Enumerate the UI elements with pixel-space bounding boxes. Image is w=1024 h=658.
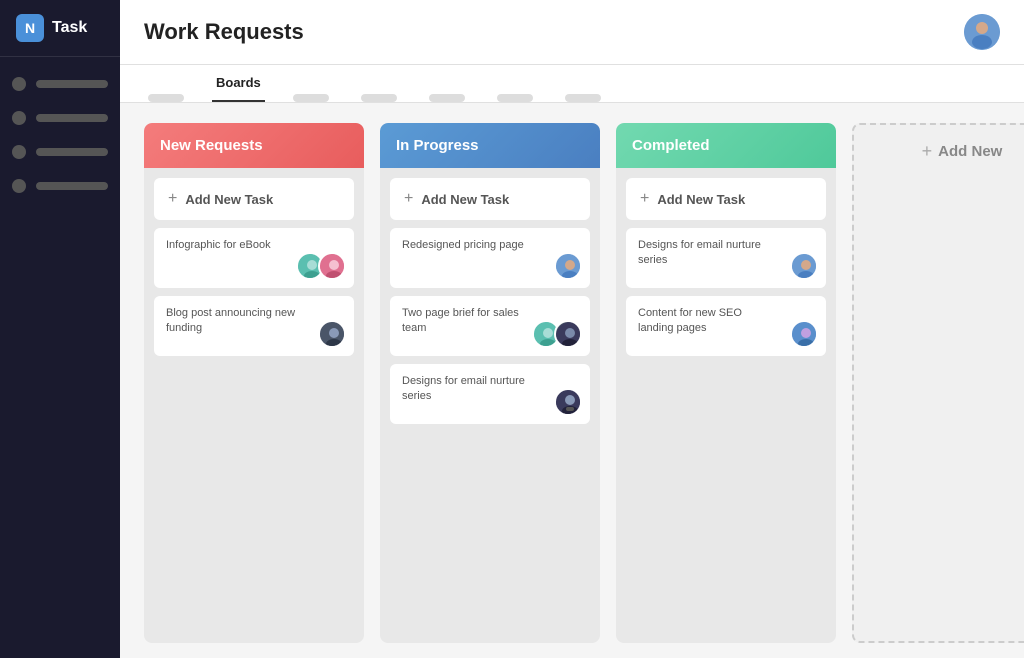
column-header-new-requests: New Requests <box>144 123 364 168</box>
tab-pill-1 <box>148 94 184 102</box>
task-avatars-nr-2 <box>318 320 346 348</box>
add-new-label: + Add New <box>922 141 1003 162</box>
task-text-nr-2: Blog post announcing new funding <box>166 306 306 337</box>
task-text-c-1: Designs for email nurture series <box>638 238 778 269</box>
logo-name: Task <box>52 19 87 37</box>
avatar-dark-1 <box>318 320 346 348</box>
task-card-ip-1[interactable]: Redesigned pricing page <box>390 228 590 288</box>
avatar-blue-3 <box>790 320 818 348</box>
task-text-ip-3: Designs for email nurture series <box>402 374 542 405</box>
task-avatars-c-2 <box>790 320 818 348</box>
tab-pill-4 <box>429 94 465 102</box>
task-card-nr-1[interactable]: Infographic for eBook <box>154 228 354 288</box>
column-new-requests: New Requests + Add New Task Infographic … <box>144 123 364 643</box>
column-in-progress: In Progress + Add New Task Redesigned pr… <box>380 123 600 643</box>
plus-icon-1: + <box>168 190 177 208</box>
sidebar-item-3[interactable] <box>12 141 108 163</box>
task-card-ip-2[interactable]: Two page brief for sales team <box>390 296 590 356</box>
sidebar: N Task <box>0 0 120 658</box>
task-avatars-nr-1 <box>296 252 346 280</box>
task-text-ip-2: Two page brief for sales team <box>402 306 542 337</box>
tab-boards[interactable]: Boards <box>212 65 265 102</box>
logo[interactable]: N Task <box>0 0 120 57</box>
column-body-new-requests: + Add New Task Infographic for eBook <box>144 168 364 643</box>
task-text-nr-1: Infographic for eBook <box>166 238 306 253</box>
task-avatars-c-1 <box>790 252 818 280</box>
page-title: Work Requests <box>144 19 304 45</box>
add-new-plus-icon: + <box>922 141 933 162</box>
avatar-dark-2 <box>554 320 582 348</box>
add-new-column[interactable]: + Add New <box>852 123 1024 643</box>
add-task-button-in-progress[interactable]: + Add New Task <box>390 178 590 220</box>
column-body-in-progress: + Add New Task Redesigned pricing page T… <box>380 168 600 643</box>
sidebar-item-2[interactable] <box>12 107 108 129</box>
task-avatars-ip-2 <box>532 320 582 348</box>
sidebar-line-4 <box>36 182 108 190</box>
logo-icon: N <box>16 14 44 42</box>
task-text-ip-1: Redesigned pricing page <box>402 238 542 253</box>
column-header-completed: Completed <box>616 123 836 168</box>
column-header-in-progress: In Progress <box>380 123 600 168</box>
sidebar-item-4[interactable] <box>12 175 108 197</box>
add-task-button-new-requests[interactable]: + Add New Task <box>154 178 354 220</box>
sidebar-line-2 <box>36 114 108 122</box>
avatar-blue-2 <box>790 252 818 280</box>
page-header: Work Requests <box>120 0 1024 65</box>
task-card-nr-2[interactable]: Blog post announcing new funding <box>154 296 354 356</box>
board-area: New Requests + Add New Task Infographic … <box>120 103 1024 658</box>
task-card-c-2[interactable]: Content for new SEO landing pages <box>626 296 826 356</box>
plus-icon-3: + <box>640 190 649 208</box>
task-avatars-ip-3 <box>554 388 582 416</box>
task-card-ip-3[interactable]: Designs for email nurture series <box>390 364 590 424</box>
sidebar-line-1 <box>36 80 108 88</box>
sidebar-line-3 <box>36 148 108 156</box>
tab-bar: Boards <box>120 65 1024 103</box>
avatar-beard-1 <box>554 388 582 416</box>
plus-icon-2: + <box>404 190 413 208</box>
tab-pill-6 <box>565 94 601 102</box>
avatar-pink-1 <box>318 252 346 280</box>
sidebar-dot-4 <box>12 179 26 193</box>
task-card-c-1[interactable]: Designs for email nurture series <box>626 228 826 288</box>
avatar-blue-1 <box>554 252 582 280</box>
column-body-completed: + Add New Task Designs for email nurture… <box>616 168 836 643</box>
sidebar-nav <box>0 57 120 213</box>
user-avatar[interactable] <box>964 14 1000 50</box>
tab-pill-3 <box>361 94 397 102</box>
tab-pill-5 <box>497 94 533 102</box>
sidebar-item-1[interactable] <box>12 73 108 95</box>
tab-pill-2 <box>293 94 329 102</box>
task-text-c-2: Content for new SEO landing pages <box>638 306 778 337</box>
column-completed: Completed + Add New Task Designs for ema… <box>616 123 836 643</box>
sidebar-dot-3 <box>12 145 26 159</box>
add-task-button-completed[interactable]: + Add New Task <box>626 178 826 220</box>
task-avatars-ip-1 <box>554 252 582 280</box>
main-content: Work Requests Boards New Requests + <box>120 0 1024 658</box>
sidebar-dot-2 <box>12 111 26 125</box>
sidebar-dot-1 <box>12 77 26 91</box>
